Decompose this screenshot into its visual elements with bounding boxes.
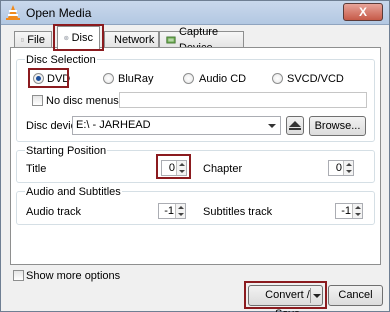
title-value: 0	[168, 162, 175, 174]
spin-up-icon[interactable]	[179, 163, 185, 166]
tab-file[interactable]: File	[14, 31, 52, 48]
radio-svcd-vcd[interactable]	[272, 73, 283, 84]
capture-device-icon	[166, 36, 176, 44]
audio-subtitles-title: Audio and Subtitles	[25, 186, 122, 198]
disc-device-select[interactable]: E:\ - JARHEAD	[72, 116, 281, 135]
chapter-spinbox[interactable]: 0	[328, 160, 354, 176]
spin-down-icon[interactable]	[346, 170, 352, 173]
tab-disc-label: Disc	[71, 32, 93, 44]
cancel-button[interactable]: Cancel	[328, 285, 383, 306]
spin-down-icon[interactable]	[178, 213, 184, 216]
radio-dvd[interactable]	[33, 73, 44, 84]
show-more-options-label: Show more options	[26, 270, 121, 282]
chapter-value: 0	[335, 162, 342, 174]
window-title: Open Media	[26, 6, 92, 20]
audio-track-label: Audio track	[26, 206, 82, 218]
tab-file-label: File	[27, 34, 45, 46]
no-disc-menus-checkbox[interactable]	[32, 95, 43, 106]
title-label: Title	[26, 163, 47, 175]
radio-svcd-vcd-label: SVCD/VCD	[287, 73, 344, 85]
audio-track-value: -1	[164, 205, 174, 217]
spin-up-icon[interactable]	[178, 206, 184, 209]
eject-button[interactable]	[286, 116, 304, 135]
spin-down-icon[interactable]	[179, 170, 185, 173]
tab-capture-device[interactable]: Capture Device	[159, 26, 244, 54]
vlc-cone-icon	[6, 5, 20, 20]
chevron-down-icon	[268, 124, 276, 128]
radio-dvd-label: DVD	[47, 73, 71, 85]
starting-position-title: Starting Position	[25, 145, 108, 157]
spin-up-icon[interactable]	[355, 206, 361, 209]
show-more-options-checkbox[interactable]	[13, 270, 24, 281]
close-button[interactable]: X	[343, 3, 383, 21]
radio-audio-cd[interactable]	[183, 73, 194, 84]
disc-icon	[64, 35, 69, 41]
subtitles-track-spinbox[interactable]: -1	[335, 203, 363, 219]
convert-save-button[interactable]: Convert / Save	[248, 285, 323, 312]
radio-bluray[interactable]	[103, 73, 114, 84]
audio-track-spinbox[interactable]: -1	[158, 203, 186, 219]
convert-dropdown-arrow[interactable]	[310, 288, 322, 303]
browse-button[interactable]: Browse...	[309, 116, 366, 136]
open-media-dialog: Open Media X File Disc Network Capture D…	[0, 0, 390, 312]
subtitles-track-label: Subtitles track	[203, 206, 273, 218]
title-bar: Open Media X	[1, 1, 389, 25]
tab-network-label: Network	[114, 34, 155, 46]
chapter-label: Chapter	[203, 163, 243, 175]
spin-up-icon[interactable]	[346, 163, 352, 166]
tab-disc[interactable]: Disc	[57, 26, 100, 49]
disc-menus-placeholder-box	[119, 92, 367, 108]
spin-down-icon[interactable]	[355, 213, 361, 216]
file-icon	[21, 38, 24, 42]
no-disc-menus-label: No disc menus	[46, 95, 119, 107]
subtitles-track-value: -1	[341, 205, 351, 217]
chevron-down-icon	[313, 294, 321, 298]
title-spinbox[interactable]: 0	[161, 160, 187, 176]
disc-selection-title: Disc Selection	[25, 54, 97, 66]
radio-audio-cd-label: Audio CD	[199, 73, 247, 85]
tab-network[interactable]: Network	[104, 31, 159, 48]
radio-bluray-label: BluRay	[118, 73, 154, 85]
eject-icon	[289, 121, 301, 130]
disc-device-value: E:\ - JARHEAD	[76, 119, 151, 131]
